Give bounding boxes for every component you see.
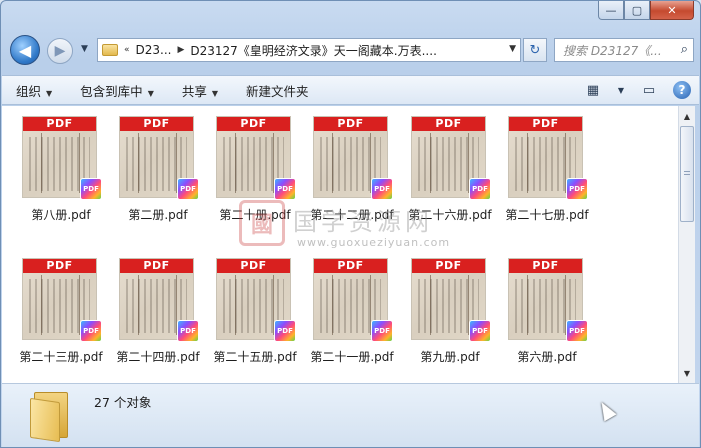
file-item[interactable]: PDF PDF 第八册.pdf bbox=[12, 106, 110, 226]
explorer-window: — ▢ ✕ ◀ ▶ ▼ « D23... ▶ D23127《皇明经济文录》天一阁… bbox=[0, 0, 701, 448]
details-pane: 27 个对象 bbox=[2, 383, 699, 447]
file-item[interactable]: PDF PDF 第二十一册.pdf bbox=[303, 248, 401, 368]
file-item[interactable]: PDF PDF 第二册.pdf bbox=[109, 106, 207, 226]
pdf-band-label: PDF bbox=[120, 117, 193, 131]
command-bar: 组织 ▼ 包含到库中 ▼ 共享 ▼ 新建文件夹 ▦ ▼ ▭ ? bbox=[2, 75, 699, 105]
pdf-band-label: PDF bbox=[120, 259, 193, 273]
pdf-app-icon: PDF bbox=[469, 320, 491, 342]
scroll-down-icon[interactable]: ▼ bbox=[679, 365, 695, 381]
pdf-app-icon: PDF bbox=[371, 320, 393, 342]
pdf-app-icon: PDF bbox=[80, 320, 102, 342]
pdf-band-label: PDF bbox=[509, 259, 582, 273]
file-item[interactable]: PDF PDF 第二十六册.pdf bbox=[401, 106, 499, 226]
pdf-band-label: PDF bbox=[412, 117, 485, 131]
page-rule bbox=[235, 275, 236, 335]
pdf-band-label: PDF bbox=[314, 117, 387, 131]
page-rule bbox=[41, 275, 42, 335]
share-label: 共享 bbox=[181, 83, 207, 99]
chevron-down-icon: ▼ bbox=[147, 88, 154, 98]
file-name: 第二十一册.pdf bbox=[310, 350, 394, 364]
address-dropdown-icon[interactable]: ▼ bbox=[509, 44, 516, 54]
pdf-band-label: PDF bbox=[23, 117, 96, 131]
pdf-band-label: PDF bbox=[217, 259, 290, 273]
file-item[interactable]: PDF PDF 第二十七册.pdf bbox=[498, 106, 596, 226]
pdf-app-icon: PDF bbox=[80, 178, 102, 200]
scrollbar-thumb[interactable] bbox=[680, 126, 694, 222]
search-input[interactable]: 搜索 D23127《... ⌕ bbox=[554, 38, 694, 62]
pdf-app-icon: PDF bbox=[566, 320, 588, 342]
pdf-band-label: PDF bbox=[314, 259, 387, 273]
page-rule bbox=[527, 133, 528, 193]
breadcrumb-overflow-icon[interactable]: « bbox=[124, 45, 130, 55]
pdf-app-icon: PDF bbox=[177, 320, 199, 342]
folder-icon bbox=[30, 392, 72, 443]
file-item[interactable]: PDF PDF 第二十二册.pdf bbox=[303, 106, 401, 226]
preview-pane-icon[interactable]: ▭ bbox=[639, 80, 659, 100]
page-rule bbox=[332, 275, 333, 335]
search-icon[interactable]: ⌕ bbox=[681, 42, 688, 57]
page-rule bbox=[235, 133, 236, 193]
address-bar[interactable]: « D23... ▶ D23127《皇明经济文录》天一阁藏本.万表.... ▼ bbox=[97, 38, 521, 62]
file-name: 第二十七册.pdf bbox=[505, 208, 589, 222]
chevron-down-icon: ▼ bbox=[211, 88, 219, 98]
page-rule bbox=[332, 133, 333, 193]
refresh-button[interactable]: ↻ bbox=[523, 38, 547, 62]
breadcrumb-item-current[interactable]: D23127《皇明经济文录》天一阁藏本.万表.... bbox=[190, 42, 437, 59]
item-count: 27 个对象 bbox=[94, 395, 152, 410]
share-menu[interactable]: 共享 ▼ bbox=[168, 81, 232, 100]
pdf-app-icon: PDF bbox=[274, 320, 296, 342]
file-list: PDF PDF 第八册.pdf PDF PDF 第二册.pdf PDF PDF 第二十册.pdf… bbox=[2, 106, 678, 383]
folder-icon bbox=[102, 44, 118, 56]
new-folder-button[interactable]: 新建文件夹 bbox=[232, 81, 323, 100]
pdf-band-label: PDF bbox=[509, 117, 582, 131]
chevron-right-icon[interactable]: ▶ bbox=[177, 45, 184, 55]
file-name: 第二十二册.pdf bbox=[310, 208, 394, 222]
file-item[interactable]: PDF PDF 第二十三册.pdf bbox=[12, 248, 110, 368]
maximize-button[interactable]: ▢ bbox=[624, 1, 650, 20]
change-view-icon[interactable]: ▦ bbox=[583, 80, 603, 100]
close-button[interactable]: ✕ bbox=[650, 1, 694, 20]
back-button[interactable]: ◀ bbox=[10, 35, 40, 65]
help-icon[interactable]: ? bbox=[673, 81, 691, 99]
pdf-app-icon: PDF bbox=[566, 178, 588, 200]
file-name: 第六册.pdf bbox=[517, 350, 577, 364]
pdf-app-icon: PDF bbox=[177, 178, 199, 200]
page-rule bbox=[430, 133, 431, 193]
organize-label: 组织 bbox=[16, 83, 42, 99]
scroll-up-icon[interactable]: ▲ bbox=[679, 108, 695, 124]
file-item[interactable]: PDF PDF 第六册.pdf bbox=[498, 248, 596, 368]
pdf-band-label: PDF bbox=[23, 259, 96, 273]
organize-menu[interactable]: 组织 ▼ bbox=[2, 81, 66, 100]
grip-icon bbox=[684, 171, 690, 177]
folder-front bbox=[30, 397, 60, 443]
history-dropdown-icon[interactable]: ▼ bbox=[81, 44, 88, 54]
view-dropdown-icon[interactable]: ▼ bbox=[617, 80, 625, 100]
breadcrumb-item[interactable]: D23... bbox=[136, 43, 172, 57]
file-item[interactable]: PDF PDF 第二十五册.pdf bbox=[206, 248, 304, 368]
page-rule bbox=[527, 275, 528, 335]
caption-buttons: — ▢ ✕ bbox=[598, 1, 694, 20]
chevron-down-icon: ▼ bbox=[46, 88, 53, 98]
pdf-band-label: PDF bbox=[217, 117, 290, 131]
pdf-app-icon: PDF bbox=[371, 178, 393, 200]
file-item[interactable]: PDF PDF 第九册.pdf bbox=[401, 248, 499, 368]
include-in-library-label: 包含到库中 bbox=[80, 83, 143, 99]
page-rule bbox=[138, 275, 139, 335]
pdf-app-icon: PDF bbox=[274, 178, 296, 200]
file-item[interactable]: PDF PDF 第二十册.pdf bbox=[206, 106, 304, 226]
search-placeholder: 搜索 D23127《... bbox=[563, 43, 662, 58]
forward-button[interactable]: ▶ bbox=[47, 38, 73, 64]
file-item[interactable]: PDF PDF 第二十四册.pdf bbox=[109, 248, 207, 368]
page-rule bbox=[138, 133, 139, 193]
include-in-library-menu[interactable]: 包含到库中 ▼ bbox=[66, 81, 168, 100]
page-rule bbox=[430, 275, 431, 335]
minimize-button[interactable]: — bbox=[598, 1, 624, 20]
vertical-scrollbar[interactable]: ▲ ▼ bbox=[678, 106, 695, 383]
page-rule bbox=[41, 133, 42, 193]
pdf-band-label: PDF bbox=[412, 259, 485, 273]
navigation-bar: ◀ ▶ ▼ « D23... ▶ D23127《皇明经济文录》天一阁藏本.万表.… bbox=[1, 33, 700, 67]
pdf-app-icon: PDF bbox=[469, 178, 491, 200]
